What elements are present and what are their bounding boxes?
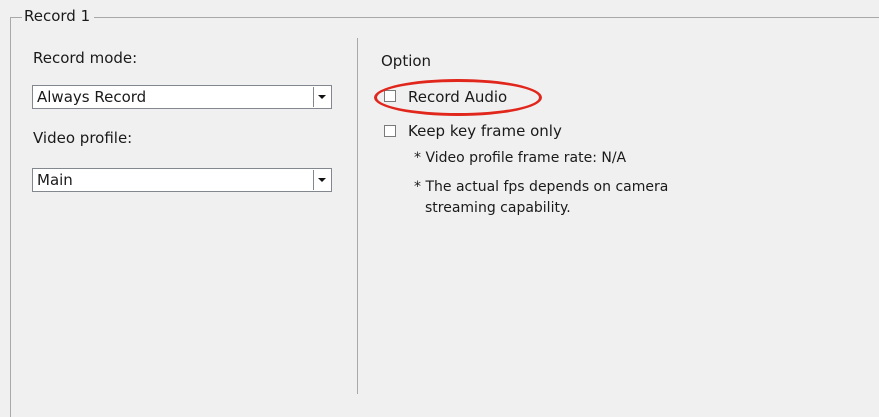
chevron-down-icon[interactable] — [313, 170, 330, 190]
video-profile-value: Main — [37, 171, 73, 189]
record-mode-select[interactable]: Always Record — [32, 85, 332, 109]
fps-note-line-2: streaming capability. — [425, 200, 571, 216]
annotation-circle — [374, 79, 542, 116]
fps-note-line-1: * The actual fps depends on camera — [414, 179, 669, 195]
chevron-down-icon[interactable] — [313, 87, 330, 107]
record-mode-label: Record mode: — [33, 49, 138, 67]
video-profile-select[interactable]: Main — [32, 168, 332, 192]
record-mode-value: Always Record — [37, 88, 147, 106]
option-heading: Option — [381, 52, 432, 70]
group-title: Record 1 — [22, 6, 95, 26]
frame-rate-note: * Video profile frame rate: N/A — [414, 150, 627, 166]
video-profile-label: Video profile: — [33, 129, 133, 147]
keyframe-only-label[interactable]: Keep key frame only — [408, 121, 562, 141]
vertical-divider — [357, 38, 358, 394]
keyframe-only-checkbox[interactable] — [384, 125, 396, 137]
